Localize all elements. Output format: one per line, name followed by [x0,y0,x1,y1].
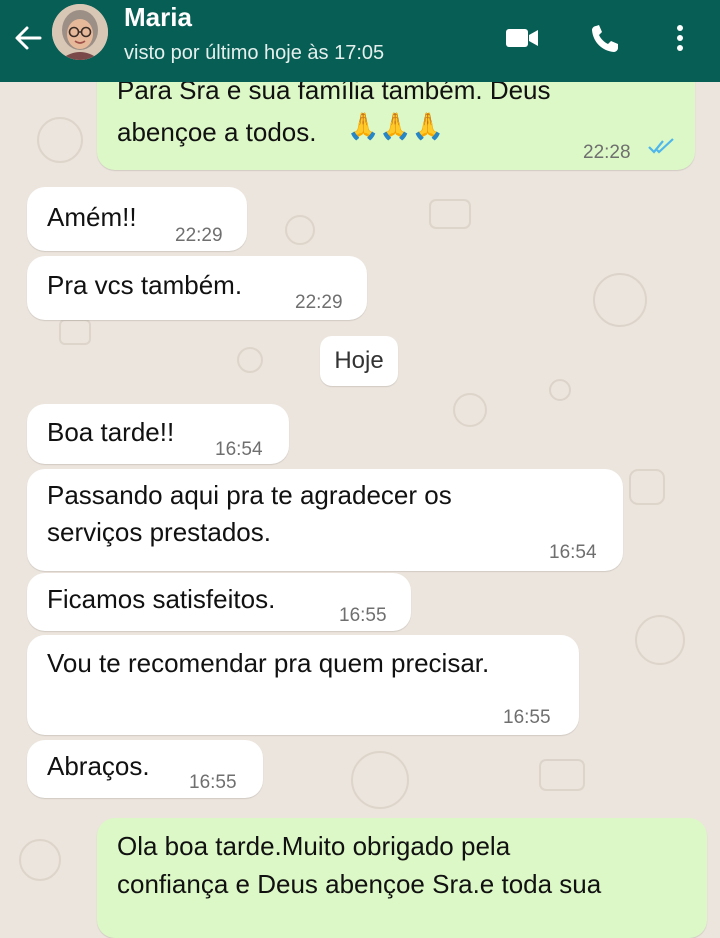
praying-hands-emoji: 🙏🙏🙏 [347,111,445,141]
message-time: 22:29 [175,225,223,246]
more-vertical-icon[interactable] [660,18,700,58]
message-bubble-incoming[interactable]: Vou te recomendar pra quem precisar. 16:… [27,635,579,735]
message-bubble-incoming[interactable]: Passando aqui pra te agradecer os serviç… [27,469,623,571]
message-bubble-incoming[interactable]: Pra vcs também. 22:29 [27,256,367,320]
message-text: Ficamos satisfeitos. [47,584,276,614]
message-time: 16:55 [503,707,551,728]
message-time: 16:54 [549,542,597,563]
chat-header: Maria visto por último hoje às 17:05 [0,0,720,82]
message-text: Abraços. [47,751,150,781]
video-camera-icon[interactable] [500,18,544,58]
phone-icon[interactable] [584,18,628,58]
message-bubble-incoming[interactable]: Boa tarde!! 16:54 [27,404,289,464]
contact-name[interactable]: Maria [124,2,192,33]
message-text-line: confiança e Deus abençoe Sra.e toda sua [117,869,602,899]
message-text-line: Passando aqui pra te agradecer os [47,480,452,510]
message-bubble-incoming[interactable]: Abraços. 16:55 [27,740,263,798]
message-time: 16:54 [215,439,263,460]
message-time: 22:28 [583,142,631,163]
message-time: 16:55 [189,772,237,793]
message-text-line: serviços prestados. [47,517,271,547]
date-divider: Hoje [320,336,398,386]
chat-area[interactable]: Para Sra e sua família também. Deus aben… [0,0,720,938]
message-bubble-incoming[interactable]: Amém!! 22:29 [27,187,247,251]
arrow-left-icon[interactable] [10,20,46,56]
message-text-line: Ola boa tarde.Muito obrigado pela [117,831,511,861]
message-text-line: abençoe a todos. [117,117,317,147]
message-bubble-incoming[interactable]: Ficamos satisfeitos. 16:55 [27,573,411,631]
message-text: Pra vcs também. [47,270,243,300]
message-time: 16:55 [339,605,387,626]
double-check-read-icon [648,138,674,154]
message-text: Vou te recomendar pra quem precisar. [47,648,490,678]
message-time: 22:29 [295,292,343,313]
last-seen-status: visto por último hoje às 17:05 [124,42,385,64]
message-text: Amém!! [47,202,137,232]
person-icon [52,4,108,60]
avatar[interactable] [52,4,108,60]
message-bubble-outgoing[interactable]: Ola boa tarde.Muito obrigado pela confia… [97,818,707,938]
message-text: Boa tarde!! [47,417,175,447]
